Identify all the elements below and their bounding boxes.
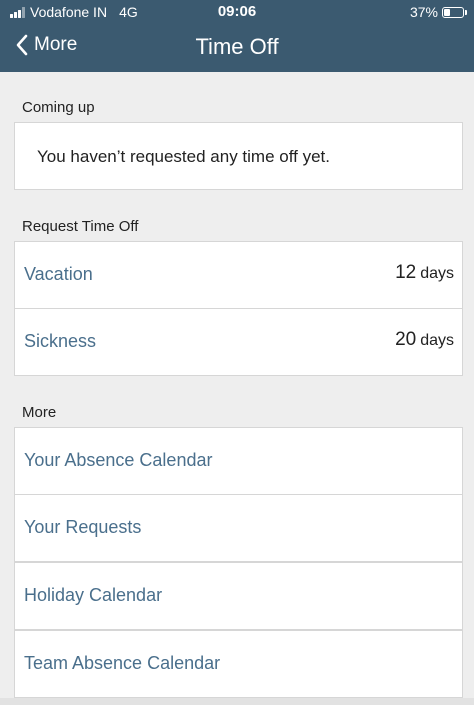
battery-percent: 37% (409, 4, 438, 20)
request-balance: 20 days (395, 329, 454, 351)
page-title: Time Off (195, 34, 279, 59)
coming-up-heading: Coming up (22, 99, 95, 116)
request-row-vacation[interactable]: Vacation 12 days (14, 241, 463, 309)
more-heading: More (22, 404, 57, 421)
header: Vodafone IN 4G 09:06 37% More Time Off (0, 0, 474, 72)
more-item-team-absence-calendar[interactable]: Team Absence Calendar (14, 630, 463, 698)
more-item-label: Team Absence Calendar (24, 653, 221, 673)
more-item-label: Your Requests (24, 517, 142, 537)
battery-icon (442, 6, 467, 18)
more-item-your-requests[interactable]: Your Requests (14, 494, 463, 562)
battery-level (444, 8, 450, 16)
nav-bar: More Time Off (0, 26, 474, 70)
request-time-off-heading: Request Time Off (22, 218, 139, 235)
coming-up-message: You haven’t requested any time off yet. (37, 147, 330, 166)
more-item-absence-calendar[interactable]: Your Absence Calendar (14, 427, 463, 495)
balance-unit: days (420, 332, 454, 349)
bottom-edge (0, 698, 474, 705)
more-item-holiday-calendar[interactable]: Holiday Calendar (14, 562, 463, 630)
more-item-label: Holiday Calendar (24, 585, 163, 605)
status-time: 09:06 (217, 3, 257, 20)
coming-up-card: You haven’t requested any time off yet. (14, 122, 463, 190)
balance-count: 20 (395, 329, 417, 350)
status-bar: Vodafone IN 4G 09:06 37% (0, 0, 474, 24)
more-item-label: Your Absence Calendar (24, 450, 213, 470)
balance-count: 12 (395, 262, 417, 283)
request-label: Sickness (24, 331, 97, 351)
status-right: 37% (409, 4, 467, 20)
request-balance: 12 days (395, 262, 454, 284)
request-row-sickness[interactable]: Sickness 20 days (14, 308, 463, 376)
balance-unit: days (420, 265, 454, 282)
request-label: Vacation (24, 264, 93, 284)
